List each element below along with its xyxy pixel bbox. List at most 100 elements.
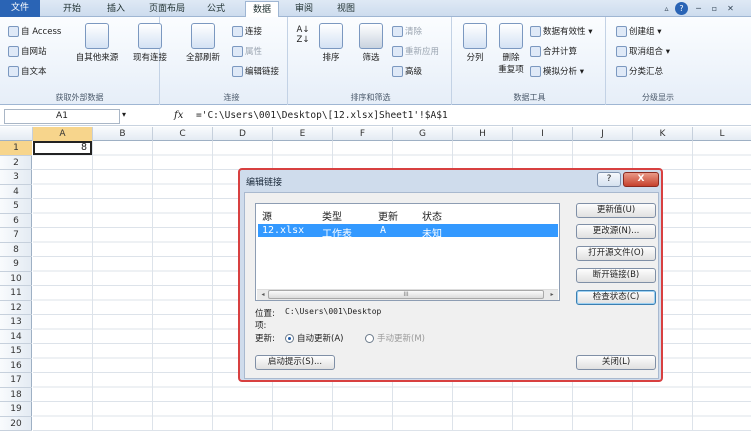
scroll-right-icon[interactable]: ▸ <box>547 290 557 299</box>
consolidate-button[interactable]: 合并计算 <box>530 45 577 59</box>
scroll-left-icon[interactable]: ◂ <box>258 290 268 299</box>
dialog-help-icon[interactable]: ? <box>597 172 621 187</box>
row-header[interactable]: 18 <box>0 388 32 402</box>
change-source-button[interactable]: 更改源(N)... <box>576 224 656 239</box>
tab-data[interactable]: 数据 <box>245 1 280 18</box>
tab-review[interactable]: 审阅 <box>288 1 320 17</box>
tab-file[interactable]: 文件 <box>0 0 40 17</box>
row-header[interactable]: 5 <box>0 199 32 214</box>
ribbon-tab-bar: 文件 开始 插入 页面布局 公式 数据 审阅 视图 ▵ ? ─ ▫ ✕ <box>0 0 751 18</box>
header-source[interactable]: 源 <box>262 208 272 223</box>
sort-button[interactable]: 排序 <box>316 23 346 63</box>
from-text-button[interactable]: 自文本 <box>8 65 47 79</box>
help-icon[interactable]: ? <box>675 2 688 15</box>
group-button[interactable]: 创建组 ▾ <box>616 25 661 39</box>
break-link-button[interactable]: 断开链接(B) <box>576 268 656 283</box>
radio-icon <box>365 334 374 343</box>
column-header[interactable]: I <box>513 127 573 141</box>
row-header[interactable]: 9 <box>0 257 32 272</box>
links-list[interactable]: 源 类型 更新 状态 12.xlsx 工作表 A 未知 ◂ III ▸ <box>255 203 560 301</box>
row-header[interactable]: 3 <box>0 170 32 185</box>
row-header[interactable]: 1 <box>0 141 32 156</box>
tab-insert[interactable]: 插入 <box>100 1 132 17</box>
close-button[interactable]: 关闭(L) <box>576 355 656 370</box>
link-type: 工作表 <box>322 229 352 240</box>
startup-prompt-button[interactable]: 启动提示(S)... <box>255 355 335 370</box>
column-header[interactable]: A <box>33 127 93 141</box>
column-header[interactable]: B <box>93 127 153 141</box>
row-header[interactable]: 15 <box>0 344 32 359</box>
dialog-close-icon[interactable]: X <box>623 172 659 187</box>
restore-window-icon[interactable]: ▫ <box>708 2 721 15</box>
column-header[interactable]: F <box>333 127 393 141</box>
header-type[interactable]: 类型 <box>322 208 342 223</box>
tab-page-layout[interactable]: 页面布局 <box>142 1 192 17</box>
data-validation-button[interactable]: 数据有效性 ▾ <box>530 25 592 39</box>
properties-button[interactable]: 属性 <box>232 45 262 59</box>
text-to-columns-button[interactable]: 分列 <box>460 23 490 63</box>
group-data-tools: 分列 删除 重复项 数据有效性 ▾ 合并计算 模拟分析 ▾ 数据工具 <box>454 17 606 105</box>
group-label: 排序和筛选 <box>350 93 391 102</box>
filter-button[interactable]: 筛选 <box>356 23 386 63</box>
group-sort-filter: A↓ Z↓ 排序 筛选 清除 重新应用 高级 排序和筛选 <box>290 17 452 105</box>
connections-button[interactable]: 连接 <box>232 25 262 39</box>
row-header[interactable]: 4 <box>0 185 32 199</box>
open-source-button[interactable]: 打开源文件(O) <box>576 246 656 261</box>
row-header[interactable]: 13 <box>0 315 32 330</box>
what-if-analysis-button[interactable]: 模拟分析 ▾ <box>530 65 584 79</box>
scroll-thumb[interactable]: III <box>268 290 544 299</box>
row-header[interactable]: 2 <box>0 156 32 170</box>
manual-update-radio[interactable]: 手动更新(M) <box>365 332 425 344</box>
header-status[interactable]: 状态 <box>422 208 442 223</box>
row-header[interactable]: 14 <box>0 330 32 344</box>
sort-az-icon[interactable]: A↓ Z↓ <box>294 25 312 45</box>
from-other-sources-button[interactable]: 自其他来源 <box>74 23 120 63</box>
insert-function-icon[interactable]: fx <box>174 110 183 121</box>
row-header[interactable]: 20 <box>0 417 32 431</box>
row-header[interactable]: 19 <box>0 402 32 417</box>
row-header[interactable]: 17 <box>0 373 32 388</box>
row-header[interactable]: 10 <box>0 272 32 286</box>
update-values-button[interactable]: 更新值(U) <box>576 203 656 218</box>
name-box-dropdown-icon[interactable]: ▾ <box>122 110 126 119</box>
row-header[interactable]: 12 <box>0 301 32 315</box>
row-header[interactable]: 7 <box>0 228 32 243</box>
tab-view[interactable]: 视图 <box>330 1 362 17</box>
column-header[interactable]: H <box>453 127 513 141</box>
column-header[interactable]: J <box>573 127 633 141</box>
column-header[interactable]: C <box>153 127 213 141</box>
ribbon: 自 Access 自网站 自文本 自其他来源 现有连接 获取外部数据 全部刷新 … <box>0 17 751 105</box>
clear-filter-button[interactable]: 清除 <box>392 25 422 39</box>
from-access-button[interactable]: 自 Access <box>8 25 61 39</box>
column-header[interactable]: D <box>213 127 273 141</box>
subtotal-button[interactable]: 分类汇总 <box>616 65 663 79</box>
auto-update-radio[interactable]: 自动更新(A) <box>285 332 343 344</box>
row-header[interactable]: 6 <box>0 214 32 228</box>
column-header[interactable]: L <box>693 127 751 141</box>
column-header[interactable]: E <box>273 127 333 141</box>
column-header[interactable]: K <box>633 127 693 141</box>
ungroup-button[interactable]: 取消组合 ▾ <box>616 45 670 59</box>
minimize-window-icon[interactable]: ─ <box>692 2 705 15</box>
existing-connections-button[interactable]: 现有连接 <box>130 23 170 63</box>
reapply-button[interactable]: 重新应用 <box>392 45 439 59</box>
cell-a1[interactable]: 8 <box>33 141 92 155</box>
minimize-ribbon-icon[interactable]: ▵ <box>660 2 673 15</box>
header-update[interactable]: 更新 <box>378 208 398 223</box>
refresh-all-button[interactable]: 全部刷新 <box>182 23 224 63</box>
select-all-corner[interactable] <box>0 127 33 141</box>
row-header[interactable]: 11 <box>0 286 32 301</box>
row-header[interactable]: 8 <box>0 243 32 257</box>
from-web-button[interactable]: 自网站 <box>8 45 47 59</box>
row-header[interactable]: 16 <box>0 359 32 373</box>
advanced-filter-button[interactable]: 高级 <box>392 65 422 79</box>
column-header[interactable]: G <box>393 127 453 141</box>
close-window-icon[interactable]: ✕ <box>724 2 737 15</box>
edit-links-button[interactable]: 编辑链接 <box>232 65 279 79</box>
check-status-button[interactable]: 检查状态(C) <box>576 290 656 305</box>
formula-input[interactable]: ='C:\Users\001\Desktop\[12.xlsx]Sheet1'!… <box>192 109 747 124</box>
tab-home[interactable]: 开始 <box>56 1 88 17</box>
remove-duplicates-button[interactable]: 删除 重复项 <box>494 23 528 75</box>
name-box[interactable]: A1 <box>4 109 120 124</box>
tab-formulas[interactable]: 公式 <box>200 1 232 17</box>
